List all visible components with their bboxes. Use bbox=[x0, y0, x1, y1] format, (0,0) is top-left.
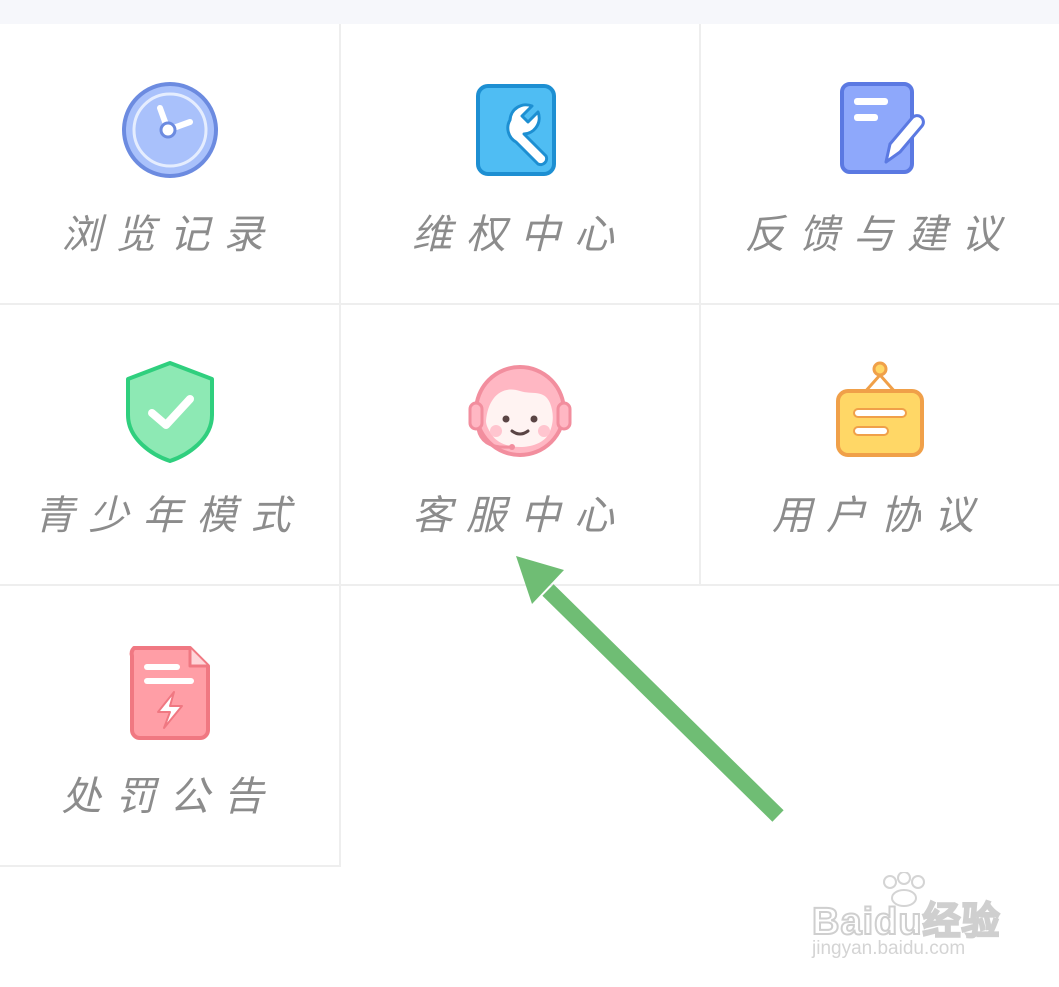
menu-item-label: 用户协议 bbox=[772, 493, 988, 539]
history-clock-icon bbox=[121, 82, 218, 178]
shield-check-icon bbox=[125, 361, 214, 463]
menu-item-youth-mode[interactable]: 青少年模式 bbox=[0, 305, 341, 586]
menu-item-label: 处罚公告 bbox=[61, 774, 278, 820]
menu-item-feedback[interactable]: 反馈与建议 bbox=[701, 24, 1059, 305]
penalty-notice-icon bbox=[129, 646, 210, 740]
menu-item-label: 浏览记录 bbox=[61, 212, 278, 258]
menu-item-rights-center[interactable]: 维权中心 bbox=[341, 24, 701, 305]
baidu-jingyan-watermark: Baidu经验 jingyan.baidu.com bbox=[808, 872, 1008, 972]
menu-item-label: 反馈与建议 bbox=[745, 212, 1015, 258]
watermark-url: jingyan.baidu.com bbox=[812, 938, 966, 959]
menu-item-user-agreement[interactable]: 用户协议 bbox=[701, 305, 1059, 586]
feedback-edit-icon bbox=[840, 82, 925, 174]
menu-item-label: 青少年模式 bbox=[34, 493, 305, 539]
menu-item-label: 维权中心 bbox=[412, 212, 628, 258]
menu-item-penalty-notice[interactable]: 处罚公告 bbox=[0, 586, 341, 867]
watermark-logo: Baidu经验 bbox=[811, 900, 1001, 944]
customer-service-icon bbox=[468, 365, 572, 457]
top-bar bbox=[0, 0, 1059, 24]
menu-item-label: 客服中心 bbox=[412, 493, 628, 539]
wrench-icon bbox=[476, 84, 556, 176]
menu-item-customer-service[interactable]: 客服中心 bbox=[341, 305, 701, 586]
signboard-icon bbox=[836, 361, 924, 457]
menu-item-browsing-history[interactable]: 浏览记录 bbox=[0, 24, 341, 305]
